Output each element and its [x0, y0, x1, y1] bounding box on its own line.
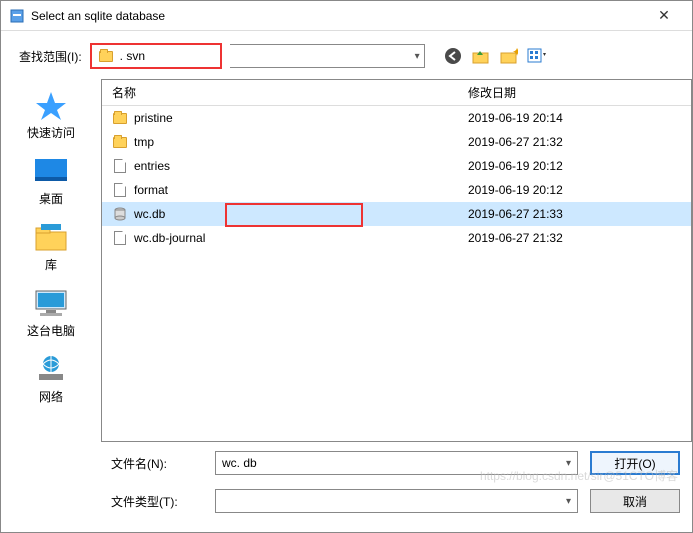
up-folder-icon[interactable] — [471, 46, 491, 66]
sidebar-label: 网络 — [39, 388, 63, 405]
filename-label: 文件名(N): — [111, 455, 203, 472]
desktop-icon — [32, 155, 70, 187]
file-icon — [112, 182, 128, 198]
file-date: 2019-06-19 20:12 — [462, 183, 691, 197]
sidebar-item-libraries[interactable]: 库 — [1, 221, 101, 273]
file-row[interactable]: pristine 2019-06-19 20:14 — [102, 106, 691, 130]
file-row[interactable]: wc.db-journal 2019-06-27 21:32 — [102, 226, 691, 250]
sidebar-label: 快速访问 — [27, 124, 75, 141]
view-menu-icon[interactable] — [527, 46, 547, 66]
file-icon — [112, 230, 128, 246]
file-icon — [112, 158, 128, 174]
lookin-folder-combo[interactable]: . svn — [90, 43, 222, 69]
file-date: 2019-06-27 21:33 — [462, 207, 691, 221]
file-row[interactable]: tmp 2019-06-27 21:32 — [102, 130, 691, 154]
file-rows: pristine 2019-06-19 20:14 tmp 2019-06-27 21… — [102, 106, 691, 250]
filename-combo[interactable]: wc. db ▾ — [215, 451, 578, 475]
file-date: 2019-06-27 21:32 — [462, 135, 691, 149]
lookin-folder-name: . svn — [120, 49, 145, 63]
sidebar-item-network[interactable]: 网络 — [1, 353, 101, 405]
bottom-panel: 文件名(N): wc. db ▾ 打开(O) 文件类型(T): ▾ 取消 — [1, 448, 692, 524]
folder-icon — [112, 134, 128, 150]
nav-icons: ✦ — [443, 46, 547, 66]
lookin-label: 查找范围(I): — [19, 48, 82, 65]
close-button[interactable]: ✕ — [644, 1, 684, 31]
sidebar-item-desktop[interactable]: 桌面 — [1, 155, 101, 207]
library-icon — [32, 221, 70, 253]
title-bar: Select an sqlite database ✕ — [1, 1, 692, 31]
file-name: format — [134, 183, 168, 197]
chevron-down-icon: ▾ — [566, 496, 571, 507]
lookin-combo-dropdown[interactable]: ▾ — [230, 44, 425, 68]
file-date: 2019-06-19 20:12 — [462, 159, 691, 173]
column-date[interactable]: 修改日期 — [462, 84, 691, 101]
sidebar-label: 桌面 — [39, 190, 63, 207]
file-name: wc.db-journal — [134, 231, 205, 245]
new-folder-icon[interactable]: ✦ — [499, 46, 519, 66]
file-name: entries — [134, 159, 170, 173]
database-icon — [112, 206, 128, 222]
cancel-button[interactable]: 取消 — [590, 489, 680, 513]
chevron-down-icon: ▾ — [415, 51, 420, 62]
back-icon[interactable] — [443, 46, 463, 66]
window-title: Select an sqlite database — [31, 9, 644, 23]
pc-icon — [32, 287, 70, 319]
file-row[interactable]: entries 2019-06-19 20:12 — [102, 154, 691, 178]
file-name: wc.db — [134, 207, 165, 221]
filename-value: wc. db — [222, 456, 257, 470]
lookin-row: 查找范围(I): . svn ▾ ✦ — [1, 31, 692, 79]
file-name: pristine — [134, 111, 173, 125]
svg-text:✦: ✦ — [512, 48, 518, 59]
star-icon — [32, 89, 70, 121]
filetype-label: 文件类型(T): — [111, 493, 203, 510]
app-icon — [9, 8, 25, 24]
file-name: tmp — [134, 135, 154, 149]
folder-icon — [112, 110, 128, 126]
sidebar-item-quick-access[interactable]: 快速访问 — [1, 89, 101, 141]
sidebar-label: 这台电脑 — [27, 322, 75, 339]
filetype-combo[interactable]: ▾ — [215, 489, 578, 513]
column-headers[interactable]: 名称 修改日期 — [102, 80, 691, 106]
file-list: 名称 修改日期 pristine 2019-06-19 20:14 tmp 2019-… — [101, 79, 692, 442]
sidebar-label: 库 — [45, 256, 57, 273]
column-name[interactable]: 名称 — [102, 84, 462, 101]
chevron-down-icon: ▾ — [566, 458, 571, 469]
main-area: 快速访问 桌面 库 这台电脑 网络 名称 修改日期 pristine 2019-0… — [1, 79, 692, 442]
file-date: 2019-06-19 20:14 — [462, 111, 691, 125]
file-date: 2019-06-27 21:32 — [462, 231, 691, 245]
folder-icon — [98, 48, 114, 64]
file-row[interactable]: wc.db 2019-06-27 21:33 — [102, 202, 691, 226]
places-sidebar: 快速访问 桌面 库 这台电脑 网络 — [1, 79, 101, 442]
network-icon — [32, 353, 70, 385]
sidebar-item-this-pc[interactable]: 这台电脑 — [1, 287, 101, 339]
file-row[interactable]: format 2019-06-19 20:12 — [102, 178, 691, 202]
open-button[interactable]: 打开(O) — [590, 451, 680, 475]
